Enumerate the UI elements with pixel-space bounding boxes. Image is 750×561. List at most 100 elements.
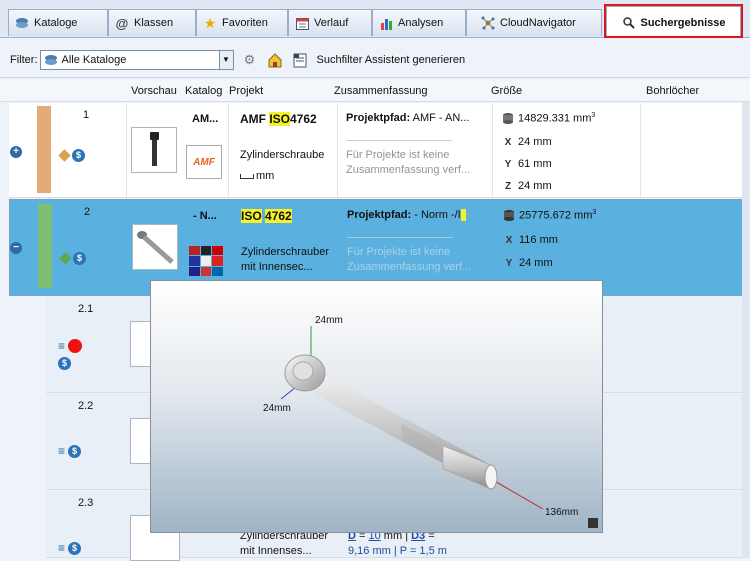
part-thumbnail[interactable] (132, 224, 178, 270)
summary-divider (347, 237, 453, 238)
column-divider (126, 103, 127, 197)
list-icon: ≡ (58, 339, 66, 353)
error-dot-icon (68, 339, 83, 353)
filter-select-value: Alle Kataloge (61, 53, 127, 66)
resize-grip-icon[interactable] (588, 518, 598, 528)
column-size[interactable]: Größe (491, 85, 522, 97)
catalog-logo-text: AMF (193, 156, 215, 168)
column-divider (492, 103, 493, 197)
filter-wizard-icon[interactable] (291, 51, 309, 69)
chevron-down-icon[interactable]: ▼ (218, 50, 233, 69)
collapse-minus-icon[interactable]: − (10, 242, 22, 254)
summary-note-1: Für Projekte ist keine (346, 149, 450, 161)
screw-3d-render (280, 326, 544, 510)
column-project[interactable]: Projekt (229, 85, 263, 97)
volume-unit-sup: 3 (592, 209, 597, 216)
row-status-icons: ≡ (58, 339, 83, 353)
tab-label: Kataloge (34, 17, 78, 29)
row-status-icons: ≡ $ (58, 541, 82, 555)
size-dim-z: Z 24 mm (502, 180, 552, 192)
summary-path: Projektpfad: AMF - AN... (346, 112, 469, 124)
gear-icon[interactable]: ⚙ (241, 51, 259, 69)
unit-line: mm (240, 170, 274, 182)
dim-label-top: 24mm (315, 315, 343, 326)
row-status-icons: $ (58, 149, 85, 162)
dollar-icon: $ (68, 541, 82, 555)
size-dim-x: X 24 mm (502, 136, 552, 148)
column-divider (337, 103, 338, 197)
cylinder-volume-icon (502, 112, 514, 125)
part-thumbnail[interactable] (131, 127, 177, 173)
dollar-icon: $ (68, 444, 82, 458)
project-title[interactable]: AMF ISO4762 (240, 112, 317, 126)
flags-icon (189, 246, 223, 276)
volume-value: 25775.672 mm (519, 209, 593, 222)
catalog-filter-select[interactable]: Alle Kataloge ▼ (39, 49, 234, 70)
cylinder-volume-icon (503, 209, 515, 222)
summary-divider (346, 140, 452, 141)
project-title[interactable]: ISO 4762 (241, 209, 292, 223)
size-volume: 14829.331 mm3 (502, 112, 595, 125)
tab-favoriten[interactable]: ★ Favoriten (196, 9, 288, 36)
star-icon: ★ (203, 14, 217, 31)
title-highlight-2: 4762 (265, 209, 292, 223)
tab-verlauf[interactable]: Verlauf (288, 9, 372, 36)
row-index: 2.2 (78, 400, 94, 412)
dim-label-left: 24mm (263, 403, 291, 414)
tab-cloudnavigator[interactable]: CloudNavigator (466, 9, 602, 36)
volume-value: 14829.331 mm (518, 112, 592, 125)
tab-label: Klassen (134, 17, 174, 29)
dim-label-length: 136mm (545, 507, 579, 518)
expand-plus-icon[interactable]: + (10, 146, 22, 158)
row-color-bar (38, 204, 52, 288)
list-icon: ≡ (58, 541, 66, 555)
summary-label: Projektpfad: (347, 209, 412, 221)
summary-label: Projektpfad: (346, 112, 411, 124)
dollar-icon: $ (58, 357, 71, 370)
screw-icon (150, 132, 159, 166)
title-highlight: ISO (269, 112, 290, 126)
column-holes[interactable]: Bohrlöcher (646, 85, 699, 97)
x-axis-icon: X (505, 234, 513, 246)
x-axis-icon: X (504, 136, 512, 148)
title-highlight: ISO (241, 209, 262, 223)
project-description: Zylinderschraube (240, 149, 325, 161)
tab-analysen[interactable]: Analysen (372, 9, 466, 36)
tab-klassen[interactable]: @ Klassen (108, 9, 196, 36)
home-star-icon[interactable] (266, 51, 284, 69)
summary-note-2: Zusammenfassung verf... (347, 261, 472, 273)
param-tail: 9,16 mm | P = 1,5 m (348, 545, 447, 557)
amf-logo: AMF (186, 145, 222, 179)
tab-kataloge[interactable]: Kataloge (8, 9, 108, 36)
unit-text: mm (256, 170, 275, 182)
row-index: 2 (84, 206, 91, 218)
size-dim-x: X 116 mm (503, 234, 558, 246)
dim-z-value: 24 mm (518, 180, 552, 192)
row-index: 2.3 (78, 497, 94, 509)
title-prefix: AMF (240, 112, 270, 126)
dollar-icon: $ (73, 252, 86, 265)
list-icon: ≡ (58, 444, 66, 458)
z-axis-icon: Z (504, 180, 512, 192)
tab-label: Analysen (398, 17, 444, 29)
row-index: 2.1 (78, 303, 94, 315)
ruler-icon (240, 173, 254, 179)
vertical-scrollbar[interactable] (742, 102, 750, 558)
summary-value: - Norm -/I (411, 209, 461, 221)
calendar-icon (295, 16, 309, 30)
summary-path: Projektpfad: - Norm -/I (347, 209, 466, 222)
generate-filter-wizard-button[interactable]: Suchfilter Assistent generieren (317, 54, 466, 66)
summary-value: AMF - AN... (410, 112, 470, 124)
part-cube-icon (58, 149, 71, 162)
project-description: Zylinderschrauber (241, 246, 330, 258)
column-preview[interactable]: Vorschau (131, 85, 177, 97)
y-axis-icon: Y (504, 158, 512, 170)
column-summary[interactable]: Zusammenfassung (334, 85, 428, 97)
3d-preview-popup[interactable]: 24mm 24mm 136mm (150, 280, 603, 533)
catalog-short: AM... (192, 113, 219, 125)
dim-x-value: 116 mm (519, 234, 558, 246)
filter-toolbar: Filter: Alle Kataloge ▼ ⚙ Suchfilter Ass… (0, 42, 750, 78)
column-catalog[interactable]: Katalog (185, 85, 222, 97)
dollar-icon: $ (72, 149, 85, 162)
result-row-1[interactable]: 1 $ AM... AMF AMF ISO4762 Zylinderschrau… (9, 103, 750, 198)
